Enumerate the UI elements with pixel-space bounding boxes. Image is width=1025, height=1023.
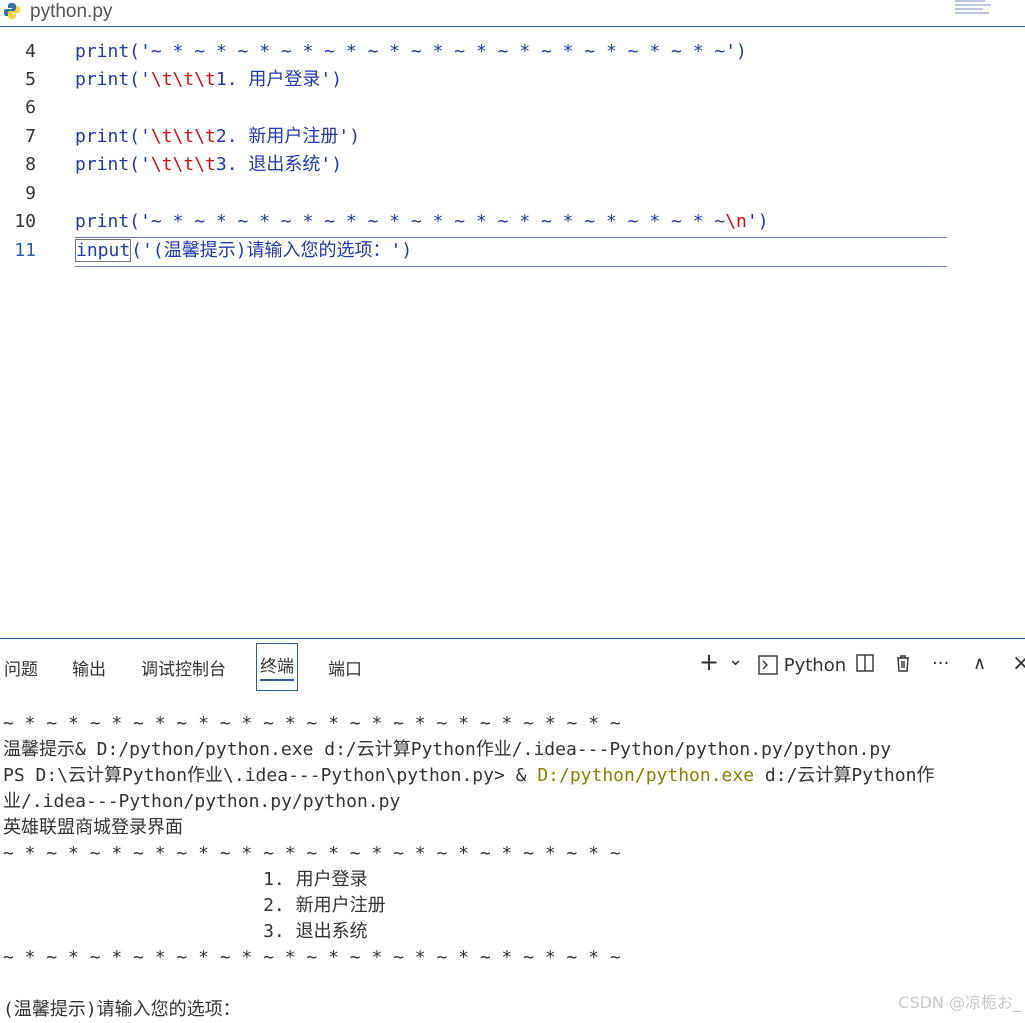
code-line: 5 print('\t\t\t1. 用户登录') — [0, 66, 1025, 94]
terminal-output[interactable]: ~ * ~ * ~ * ~ * ~ * ~ * ~ * ~ * ~ * ~ * … — [3, 711, 1023, 1023]
line-number: 7 — [25, 126, 36, 147]
code-line: 6 — [0, 94, 1025, 122]
code-text: print('\t\t\t1. 用户登录') — [75, 66, 342, 94]
escape-seq: \n — [725, 211, 747, 232]
code-line-current: 11 input('(温馨提示)请输入您的选项：') — [0, 237, 1025, 265]
tab-terminal-label: 终端 — [260, 657, 294, 681]
terminal-line: ~ * ~ * ~ * ~ * ~ * ~ * ~ * ~ * ~ * ~ * … — [3, 713, 621, 734]
tab-debug-console[interactable]: 调试控制台 — [141, 655, 226, 680]
escape-seq: \t\t\t — [150, 69, 216, 90]
line-number: 4 — [25, 41, 36, 62]
terminal-line: 1. 用户登录 — [3, 869, 368, 890]
code-text: print('\t\t\t3. 退出系统') — [75, 151, 342, 179]
code-post: 1. 用户登录') — [215, 69, 343, 90]
terminal-line: 温馨提示& D:/python/python.exe d:/云计算Python作… — [3, 739, 892, 760]
code-pre: print('~ * ~ * ~ * ~ * ~ * ~ * ~ * ~ * ~… — [75, 211, 726, 232]
ps-tail: d:/云计算Python作 — [754, 765, 935, 786]
terminal-line: 3. 退出系统 — [3, 921, 368, 942]
line-number: 8 — [25, 154, 36, 175]
terminal-icon — [758, 655, 778, 675]
terminal-line: (温馨提示)请输入您的选项： — [3, 999, 241, 1020]
code-text: input('(温馨提示)请输入您的选项：') — [75, 237, 412, 265]
split-terminal-icon[interactable] — [855, 653, 875, 678]
code-mid: ('(温馨提示)请输入您的选项：') — [131, 240, 413, 261]
terminal-shell-selector[interactable]: Python — [758, 655, 846, 676]
trash-icon[interactable] — [893, 653, 913, 678]
code-line: 8 print('\t\t\t3. 退出系统') — [0, 151, 1025, 179]
maximize-panel-icon[interactable]: ∧ — [973, 653, 986, 674]
code-line: 7 print('\t\t\t2. 新用户注册') — [0, 123, 1025, 151]
watermark: CSDN @凉栀お_ — [898, 993, 1021, 1012]
editor-tab-bar: python.py — [0, 0, 1025, 27]
more-actions-icon[interactable]: ··· — [932, 653, 949, 674]
code-text: print('~ * ~ * ~ * ~ * ~ * ~ * ~ * ~ * ~… — [75, 41, 747, 62]
terminal-line: ~ * ~ * ~ * ~ * ~ * ~ * ~ * ~ * ~ * ~ * … — [3, 947, 621, 968]
chevron-down-icon[interactable]: ⌄ — [728, 649, 743, 670]
terminal-line: 业/.idea---Python/python.py/python.py — [3, 791, 401, 812]
add-terminal-button[interactable]: + — [699, 648, 719, 676]
code-line: 10 print('~ * ~ * ~ * ~ * ~ * ~ * ~ * ~ … — [0, 208, 1025, 236]
code-line: 4 print('~ * ~ * ~ * ~ * ~ * ~ * ~ * ~ *… — [0, 38, 1025, 66]
tab-python-py[interactable]: python.py — [30, 1, 112, 23]
ps-prompt: PS D:\云计算Python作业\.idea---Python\python.… — [3, 765, 538, 786]
terminal-line: ~ * ~ * ~ * ~ * ~ * ~ * ~ * ~ * ~ * ~ * … — [3, 843, 621, 864]
line-number: 11 — [14, 240, 36, 261]
code-pre: print(' — [75, 126, 151, 147]
ps-exe-path: D:/python/python.exe — [537, 765, 755, 786]
code-editor[interactable]: 4 print('~ * ~ * ~ * ~ * ~ * ~ * ~ * ~ *… — [0, 26, 1025, 638]
line-number: 10 — [14, 211, 36, 232]
code-text: print('\t\t\t2. 新用户注册') — [75, 123, 360, 151]
code-text: print('~ * ~ * ~ * ~ * ~ * ~ * ~ * ~ * ~… — [75, 208, 769, 236]
tab-ports[interactable]: 端口 — [328, 655, 362, 680]
code-post: 2. 新用户注册') — [215, 126, 361, 147]
terminal-line: PS D:\云计算Python作业\.idea---Python\python.… — [3, 763, 1023, 789]
tab-problems[interactable]: 问题 — [4, 655, 38, 680]
line-number: 6 — [25, 97, 36, 118]
code-pre: input — [75, 239, 132, 262]
code-post: 3. 退出系统') — [215, 154, 343, 175]
code-pre: print(' — [75, 69, 151, 90]
code-post: ') — [746, 211, 769, 232]
line-number: 9 — [25, 183, 36, 204]
line-number: 5 — [25, 69, 36, 90]
terminal-line: 英雄联盟商城登录界面 — [3, 817, 183, 838]
python-icon — [4, 3, 20, 19]
bottom-panel: 问题 输出 调试控制台 终端 端口 + ⌄ Python ··· ∧ × ~ *… — [0, 638, 1025, 1020]
code-line: 9 — [0, 180, 1025, 208]
close-panel-icon[interactable]: × — [1012, 651, 1025, 676]
tab-terminal[interactable]: 终端 — [256, 643, 298, 691]
escape-seq: \t\t\t — [150, 126, 216, 147]
code-pre: print(' — [75, 154, 151, 175]
escape-seq: \t\t\t — [150, 154, 216, 175]
tab-output[interactable]: 输出 — [72, 655, 106, 680]
terminal-line: 2. 新用户注册 — [3, 895, 386, 916]
shell-label: Python — [783, 655, 847, 676]
minimap[interactable] — [955, 0, 1025, 26]
